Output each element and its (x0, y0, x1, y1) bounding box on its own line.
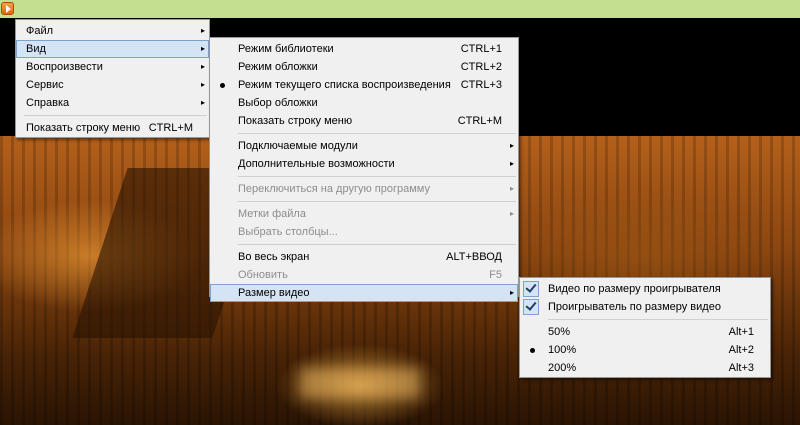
menu-item-plugins[interactable]: Подключаемые модули ▸ (210, 137, 518, 155)
shortcut-text: CTRL+1 (460, 43, 502, 55)
chevron-right-icon: ▸ (509, 209, 514, 218)
menu-item-fit-player-to-video[interactable]: Проигрыватель по размеру видео (520, 298, 770, 316)
chevron-right-icon: ▸ (509, 184, 514, 193)
menu-item-choose-skin[interactable]: Выбор обложки (210, 94, 518, 112)
shortcut-text: F5 (489, 269, 502, 281)
chevron-right-icon: ▸ (200, 44, 205, 53)
main-context-menu: Файл ▸ Вид ▸ Воспроизвести ▸ Сервис ▸ Сп… (15, 19, 210, 138)
video-highlight-region (300, 368, 420, 398)
menu-item-size-50[interactable]: 50% Alt+1 (520, 323, 770, 341)
media-player-icon[interactable] (1, 2, 14, 15)
menu-item-now-playing-mode[interactable]: Режим текущего списка воспроизведения CT… (210, 76, 518, 94)
menu-item-tools[interactable]: Сервис ▸ (16, 76, 209, 94)
menu-item-size-200[interactable]: 200% Alt+3 (520, 359, 770, 377)
chevron-right-icon: ▸ (200, 62, 205, 71)
menu-item-view[interactable]: Вид ▸ (16, 40, 209, 58)
shortcut-text: CTRL+2 (460, 61, 502, 73)
shortcut-text: CTRL+M (457, 115, 502, 127)
menu-item-switch-program: Переключиться на другую программу ▸ (210, 180, 518, 198)
shortcut-text: Alt+1 (728, 326, 754, 338)
shortcut-text: ALT+ВВОД (446, 251, 502, 263)
video-size-submenu: Видео по размеру проигрывателя Проигрыва… (519, 277, 771, 378)
menu-item-file-markers: Метки файла ▸ (210, 205, 518, 223)
menu-item-fullscreen[interactable]: Во весь экран ALT+ВВОД (210, 248, 518, 266)
chevron-right-icon: ▸ (200, 26, 205, 35)
chevron-right-icon: ▸ (509, 288, 514, 297)
menu-item-library-mode[interactable]: Режим библиотеки CTRL+1 (210, 40, 518, 58)
menu-separator (238, 201, 516, 202)
menu-item-size-100[interactable]: 100% Alt+2 (520, 341, 770, 359)
shortcut-text: Alt+2 (728, 344, 754, 356)
radio-bullet-icon (530, 348, 535, 353)
radio-bullet-icon (220, 83, 225, 88)
chevron-right-icon: ▸ (509, 159, 514, 168)
menu-separator (238, 176, 516, 177)
menu-item-show-menu-bar[interactable]: Показать строку меню CTRL+M (210, 112, 518, 130)
menu-item-file[interactable]: Файл ▸ (16, 22, 209, 40)
menu-item-refresh: Обновить F5 (210, 266, 518, 284)
menu-item-show-menu-bar[interactable]: Показать строку меню CTRL+M (16, 119, 209, 137)
checkmark-icon (523, 299, 539, 315)
shortcut-text: CTRL+3 (460, 79, 502, 91)
menu-separator (24, 115, 207, 116)
menu-item-enhancements[interactable]: Дополнительные возможности ▸ (210, 155, 518, 173)
menu-item-help[interactable]: Справка ▸ (16, 94, 209, 112)
title-bar (0, 0, 800, 18)
checkmark-icon (523, 281, 539, 297)
menu-item-play[interactable]: Воспроизвести ▸ (16, 58, 209, 76)
shortcut-text: CTRL+M (148, 122, 193, 134)
chevron-right-icon: ▸ (200, 98, 205, 107)
menu-separator (548, 319, 768, 320)
menu-item-video-size[interactable]: Размер видео ▸ (210, 284, 518, 302)
menu-item-choose-columns: Выбрать столбцы... (238, 226, 338, 238)
chevron-right-icon: ▸ (509, 141, 514, 150)
menu-item-fit-video-to-player[interactable]: Видео по размеру проигрывателя (520, 280, 770, 298)
shortcut-text: Alt+3 (728, 362, 754, 374)
chevron-right-icon: ▸ (200, 80, 205, 89)
view-submenu: Режим библиотеки CTRL+1 Режим обложки CT… (209, 37, 519, 302)
menu-separator (238, 133, 516, 134)
menu-separator (238, 244, 516, 245)
menu-item-skin-mode[interactable]: Режим обложки CTRL+2 (210, 58, 518, 76)
